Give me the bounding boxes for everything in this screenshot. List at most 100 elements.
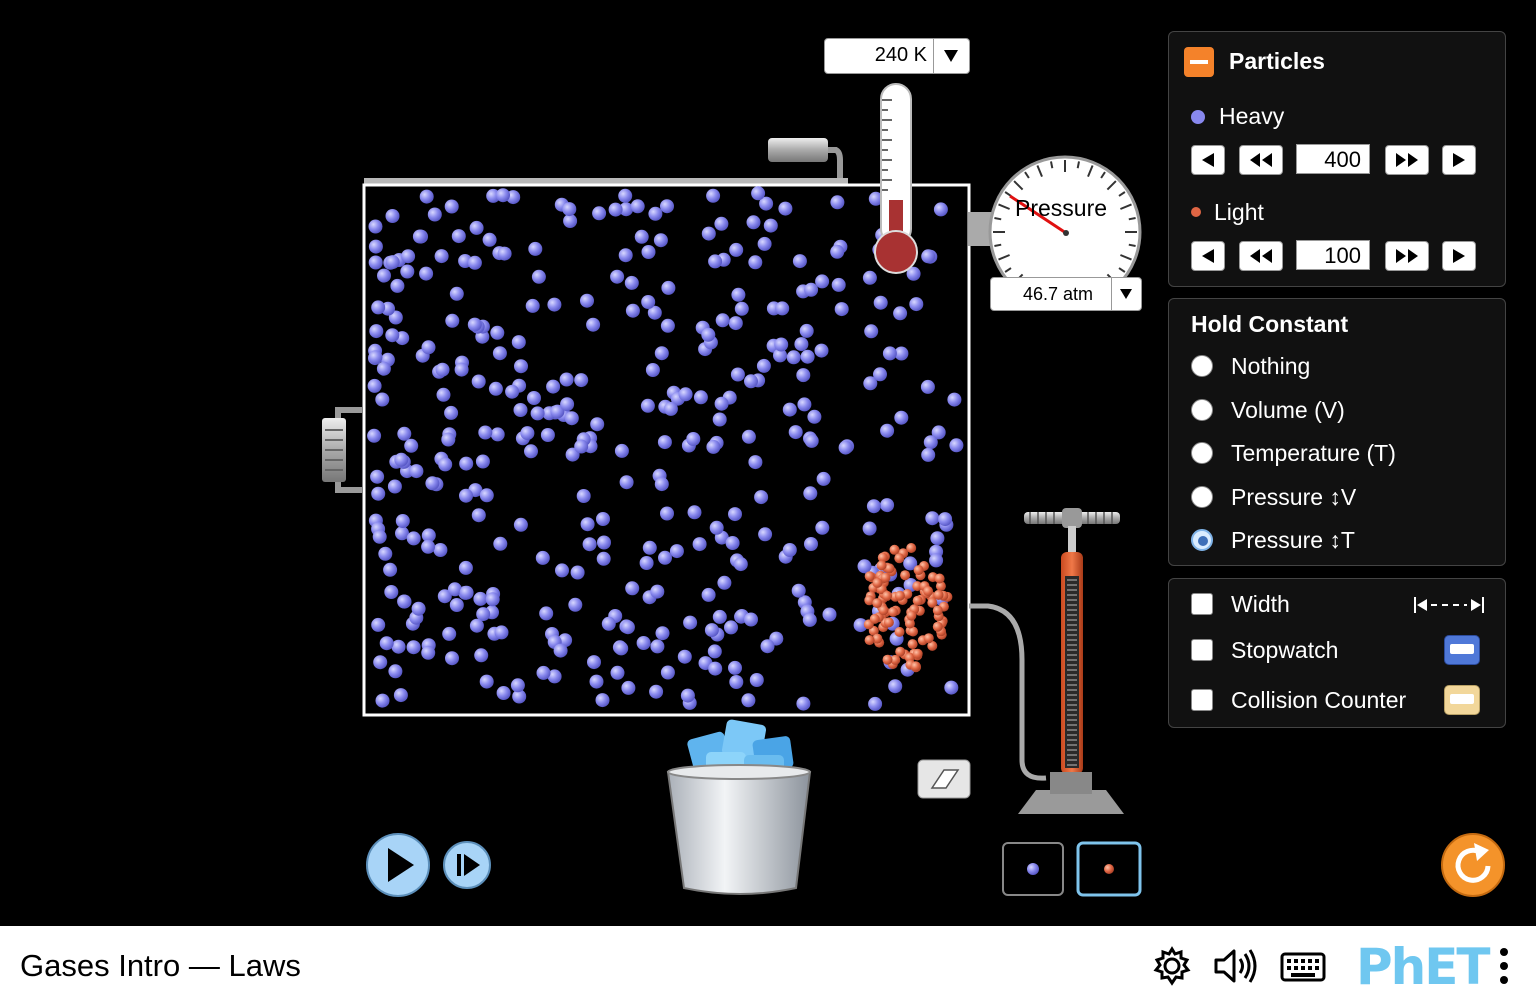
- heavy-particle: [479, 488, 494, 503]
- heavy-particle: [660, 506, 674, 521]
- collision-counter-icon: [1444, 685, 1480, 715]
- hold-constant-radio-0[interactable]: [1191, 355, 1213, 377]
- heavy-particle: [435, 362, 450, 377]
- collision-counter-checkbox[interactable]: [1191, 689, 1213, 711]
- heavy-particle: [574, 373, 589, 388]
- heavy-particle: [513, 403, 528, 417]
- light-increment-button[interactable]: [1442, 241, 1476, 271]
- heavy-particle: [608, 202, 623, 217]
- heavy-particle: [947, 392, 962, 407]
- heavy-particle: [654, 346, 669, 361]
- hold-constant-option-label: Pressure ↕V: [1231, 483, 1357, 510]
- hold-constant-option-label: Volume (V): [1231, 396, 1345, 423]
- lid-handle[interactable]: [768, 138, 843, 178]
- heavy-particle: [717, 575, 732, 590]
- temperature-readout[interactable]: 240 K: [824, 38, 970, 74]
- width-checkbox[interactable]: [1191, 593, 1213, 615]
- hold-constant-radio-1[interactable]: [1191, 398, 1213, 421]
- heavy-particle: [714, 396, 729, 411]
- heavy-particle: [830, 195, 845, 210]
- heavy-count-field[interactable]: 400: [1296, 144, 1370, 174]
- heavy-particle: [412, 229, 427, 244]
- heavy-particle: [467, 255, 482, 270]
- heavy-particle: [528, 241, 543, 256]
- hold-constant-option-label: Temperature (T): [1231, 440, 1396, 466]
- play-button[interactable]: [366, 833, 430, 897]
- heavy-particle: [786, 350, 801, 365]
- heavy-particle: [660, 199, 674, 214]
- heavy-particle: [490, 325, 505, 340]
- light-decrement-button[interactable]: [1191, 241, 1225, 271]
- navigation-bar: Gases Intro — Laws PhET: [0, 926, 1536, 1008]
- heavy-particle: [709, 520, 724, 535]
- heavy-particle: [804, 537, 818, 551]
- double-triangle-left-icon: [1250, 249, 1272, 263]
- heavy-particle: [650, 584, 665, 599]
- heavy-particle: [864, 324, 879, 339]
- heavy-particle: [868, 696, 883, 711]
- heavy-decrement-many-button[interactable]: [1239, 145, 1283, 175]
- heavy-particle: [680, 688, 695, 703]
- heavy-particle: [791, 583, 806, 598]
- light-particle: [864, 571, 875, 582]
- pressure-gauge-label: Pressure: [1015, 195, 1108, 221]
- heavy-particle: [401, 249, 416, 264]
- heavy-particle: [863, 376, 878, 391]
- heavy-particle: [372, 529, 387, 544]
- heavy-particle: [636, 636, 651, 650]
- heavy-particle: [370, 469, 385, 484]
- light-particle: [895, 646, 906, 657]
- heavy-particle: [706, 188, 721, 203]
- heavy-particle: [524, 444, 538, 459]
- stopwatch-checkbox[interactable]: [1191, 639, 1213, 661]
- heavy-particle: [535, 550, 550, 565]
- heavy-particle: [367, 428, 382, 443]
- width-handle[interactable]: [322, 407, 362, 493]
- heavy-particle: [763, 218, 778, 233]
- collapse-button[interactable]: [1184, 47, 1214, 77]
- hold-constant-radio-2[interactable]: [1191, 442, 1213, 464]
- heavy-particle: [587, 655, 601, 670]
- heavy-particle: [862, 270, 877, 285]
- ice-bucket[interactable]: [666, 719, 812, 895]
- heavy-particle: [496, 188, 510, 203]
- gear-icon[interactable]: [1152, 946, 1192, 986]
- stopwatch-label: Stopwatch: [1231, 637, 1339, 663]
- light-decrement-many-button[interactable]: [1239, 241, 1283, 271]
- heavy-particle: [775, 301, 790, 316]
- heavy-particle: [373, 655, 388, 670]
- heavy-particle: [657, 435, 672, 450]
- eraser-button[interactable]: [917, 759, 971, 799]
- reset-all-button[interactable]: [1441, 833, 1505, 897]
- step-button[interactable]: [443, 841, 491, 889]
- heavy-increment-button[interactable]: [1442, 145, 1476, 175]
- heavy-particle: [645, 363, 660, 377]
- heavy-particle: [708, 254, 723, 269]
- heavy-particle: [394, 452, 409, 467]
- more-options-icon[interactable]: [1496, 946, 1512, 986]
- heavy-particle: [513, 517, 528, 532]
- heavy-decrement-button[interactable]: [1191, 145, 1225, 175]
- keyboard-icon[interactable]: [1280, 948, 1326, 984]
- heavy-particle: [562, 202, 577, 217]
- hold-constant-radio-3[interactable]: [1191, 485, 1213, 508]
- heavy-particle: [649, 684, 664, 699]
- heavy-increment-many-button[interactable]: [1385, 145, 1429, 175]
- hold-constant-panel: Hold Constant Nothing Volume (V) Temperatu…: [1168, 298, 1506, 566]
- heavy-particle: [395, 514, 410, 528]
- heavy-particle: [582, 537, 597, 552]
- phet-logo[interactable]: PhET: [1356, 938, 1491, 996]
- heavy-particle: [444, 199, 459, 214]
- pressure-readout[interactable]: 46.7 atm: [990, 277, 1142, 311]
- heavy-particle: [555, 563, 569, 578]
- heavy-particle: [729, 675, 744, 689]
- heavy-particle: [445, 651, 459, 666]
- light-count-field[interactable]: 100: [1296, 240, 1370, 270]
- sound-icon[interactable]: [1212, 946, 1260, 986]
- bicycle-pump[interactable]: [1018, 508, 1124, 814]
- hold-constant-radio-4[interactable]: [1191, 529, 1213, 551]
- heavy-particle: [596, 512, 610, 526]
- heavy-particle: [367, 378, 382, 393]
- light-increment-many-button[interactable]: [1385, 241, 1429, 271]
- heavy-particle: [391, 639, 406, 654]
